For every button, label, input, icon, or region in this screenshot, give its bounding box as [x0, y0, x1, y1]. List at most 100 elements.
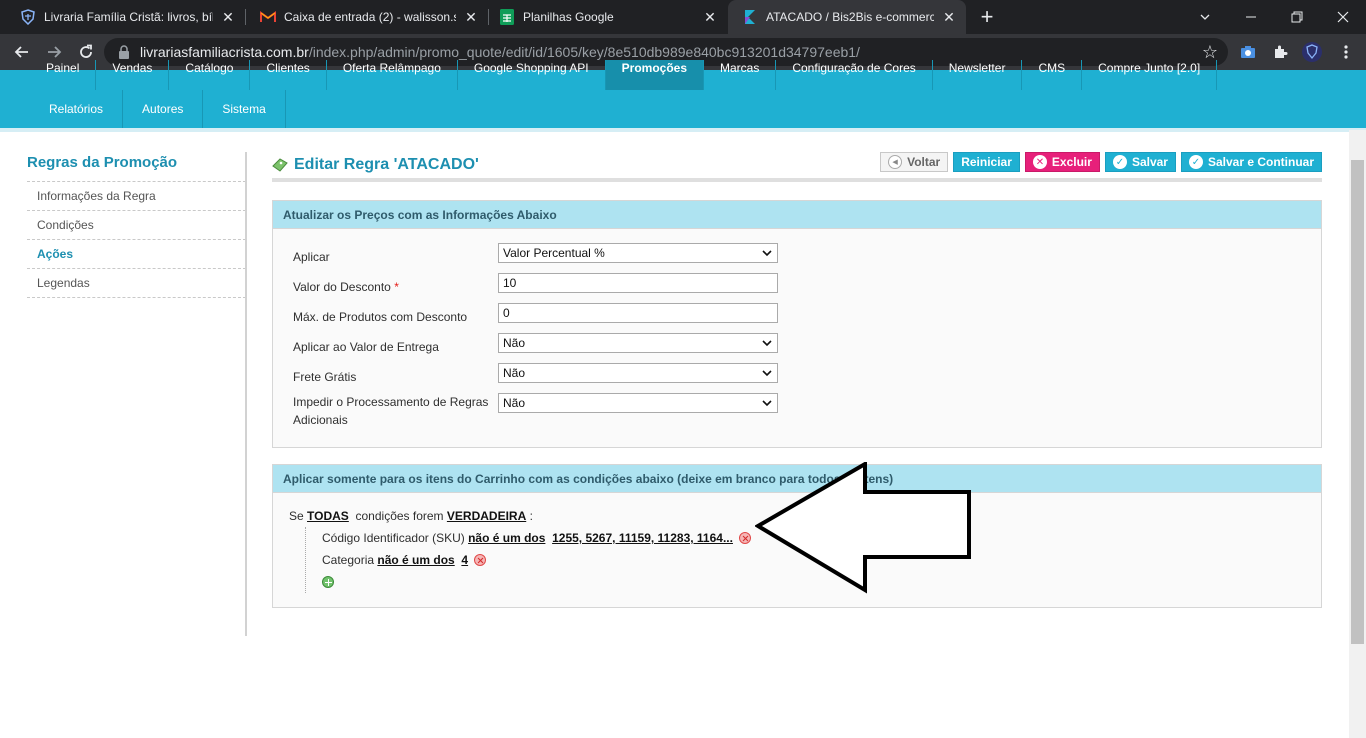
- back-button[interactable]: ◀ Voltar: [880, 152, 949, 172]
- save-continue-button[interactable]: ✓ Salvar e Continuar: [1180, 152, 1322, 172]
- chevron-down-icon: [762, 340, 772, 347]
- form-row-max-qty: Máx. de Produtos com Desconto 0: [293, 303, 1301, 333]
- aggregator-link[interactable]: TODAS: [307, 509, 349, 523]
- close-tab-icon[interactable]: ✕: [462, 8, 480, 26]
- bis2bis-icon: [742, 9, 758, 25]
- delete-x-icon: ✕: [1032, 155, 1047, 169]
- actions-form: Aplicar Valor Percentual % Valor do Desc…: [273, 229, 1321, 447]
- nav-item-configuracao-cores[interactable]: Configuração de Cores: [776, 60, 933, 90]
- condition-operator-link[interactable]: não é um dos: [468, 531, 545, 545]
- max-qty-input[interactable]: 0: [498, 303, 778, 323]
- nav-item-sistema[interactable]: Sistema: [203, 90, 286, 128]
- discount-label: Valor do Desconto *: [293, 280, 399, 294]
- browser-tab-sheets[interactable]: Planilhas Google ✕: [479, 0, 727, 34]
- tab-title: Caixa de entrada (2) - walisson.sc: [284, 10, 456, 24]
- tab-title: Planilhas Google: [523, 10, 614, 24]
- window-close-icon[interactable]: [1320, 0, 1366, 34]
- url-text: livrariasfamiliacrista.com.br/index.php/…: [140, 44, 860, 60]
- profile-avatar[interactable]: [1300, 40, 1324, 64]
- aggregator-value-link[interactable]: VERDADEIRA: [447, 509, 526, 523]
- nav-item-cms[interactable]: CMS: [1022, 60, 1083, 90]
- admin-nav-row-top: Painel Vendas Catálogo Clientes Oferta R…: [30, 60, 1218, 90]
- chevron-down-icon: [762, 400, 772, 407]
- stop-rules-select[interactable]: Não: [498, 393, 778, 413]
- condition-value-link[interactable]: 4: [461, 553, 468, 567]
- stop-rules-label: Impedir o Processamento de Regras Adicio…: [293, 395, 489, 427]
- nav-item-newsletter[interactable]: Newsletter: [933, 60, 1023, 90]
- nav-item-promocoes[interactable]: Promoções: [605, 60, 704, 90]
- browser-tab-gmail[interactable]: Caixa de entrada (2) - walisson.sc ✕: [240, 0, 488, 34]
- page-title: Editar Regra 'ATACADO': [272, 156, 479, 174]
- check-icon: ✓: [1112, 155, 1127, 169]
- actions-fieldset-header: Atualizar os Preços com as Informações A…: [273, 201, 1321, 229]
- delete-button[interactable]: ✕ Excluir: [1024, 152, 1100, 172]
- sidebar-divider: [245, 152, 247, 636]
- free-shipping-select[interactable]: Não: [498, 363, 778, 383]
- browser-tab-livraria[interactable]: Livraria Família Cristã: livros, bíblias…: [0, 0, 245, 34]
- chevron-down-icon: [762, 250, 772, 257]
- nav-item-painel[interactable]: Painel: [30, 60, 97, 90]
- window-restore-icon[interactable]: [1274, 0, 1320, 34]
- minimize-icon[interactable]: [1182, 0, 1228, 34]
- rule-sidebar: Regras da Promoção Informações da Regra …: [27, 150, 246, 298]
- scrollbar-thumb[interactable]: [1351, 160, 1364, 644]
- lock-icon: [119, 45, 129, 59]
- sidebar-item-condicoes[interactable]: Condições: [27, 211, 246, 240]
- close-tab-icon[interactable]: ✕: [701, 8, 719, 26]
- annotation-arrow-icon: [755, 462, 971, 594]
- back-arrow-icon: ◀: [888, 155, 903, 169]
- screenshot-extension-icon[interactable]: [1236, 40, 1260, 64]
- discount-input[interactable]: 10: [498, 273, 778, 293]
- page-header: Editar Regra 'ATACADO' ◀ Voltar Reiniciar…: [272, 150, 1322, 182]
- site-shield-icon: [20, 9, 36, 25]
- window-minimize-icon[interactable]: [1228, 0, 1274, 34]
- close-tab-icon[interactable]: ✕: [219, 8, 237, 26]
- new-tab-icon[interactable]: +: [978, 6, 996, 28]
- nav-item-oferta-relampago[interactable]: Oferta Relâmpago: [327, 60, 458, 90]
- form-row-apply: Aplicar Valor Percentual %: [293, 243, 1301, 273]
- free-shipping-label: Frete Grátis: [293, 370, 357, 384]
- admin-nav-row-bottom: Relatórios Autores Sistema: [30, 90, 286, 128]
- form-row-stop-rules: Impedir o Processamento de Regras Adicio…: [293, 393, 1301, 431]
- chevron-down-icon: [762, 370, 772, 377]
- max-qty-label: Máx. de Produtos com Desconto: [293, 310, 468, 324]
- nav-item-marcas[interactable]: Marcas: [704, 60, 777, 90]
- apply-select[interactable]: Valor Percentual %: [498, 243, 778, 263]
- save-button[interactable]: ✓ Salvar: [1104, 152, 1176, 172]
- sidebar-item-acoes[interactable]: Ações: [27, 240, 246, 269]
- tab-title: ATACADO / Bis2Bis e-commerce: [766, 10, 934, 24]
- extensions-puzzle-icon[interactable]: [1268, 40, 1292, 64]
- nav-item-compre-junto[interactable]: Compre Junto [2.0]: [1082, 60, 1218, 90]
- apply-shipping-select[interactable]: Não: [498, 333, 778, 353]
- reset-button[interactable]: Reiniciar: [953, 152, 1020, 172]
- nav-item-relatorios[interactable]: Relatórios: [30, 90, 124, 128]
- nav-item-autores[interactable]: Autores: [123, 90, 204, 128]
- check-icon: ✓: [1188, 155, 1203, 169]
- apply-label: Aplicar: [293, 250, 330, 264]
- nav-divider: [0, 128, 1366, 132]
- nav-item-catalogo[interactable]: Catálogo: [169, 60, 251, 90]
- condition-operator-link[interactable]: não é um dos: [377, 553, 454, 567]
- form-row-free-shipping: Frete Grátis Não: [293, 363, 1301, 393]
- bookmark-star-icon[interactable]: ☆: [1202, 42, 1218, 62]
- browser-menu-icon[interactable]: [1334, 40, 1358, 64]
- actions-fieldset: Atualizar os Preços com as Informações A…: [272, 200, 1322, 448]
- nav-item-google-shopping[interactable]: Google Shopping API: [458, 60, 606, 90]
- close-tab-icon[interactable]: ✕: [940, 8, 958, 26]
- gmail-icon: [260, 9, 276, 25]
- tab-title: Livraria Família Cristã: livros, bíblias: [44, 10, 213, 24]
- remove-condition-icon[interactable]: [474, 554, 487, 566]
- header-buttons: ◀ Voltar Reiniciar ✕ Excluir ✓ Salvar ✓ Salv…: [880, 152, 1322, 172]
- condition-value-link[interactable]: 1255, 5267, 11159, 11283, 1164...: [552, 531, 733, 545]
- form-row-apply-shipping: Aplicar ao Valor de Entrega Não: [293, 333, 1301, 363]
- nav-item-vendas[interactable]: Vendas: [96, 60, 170, 90]
- add-condition-icon[interactable]: [322, 576, 334, 588]
- sidebar-title: Regras da Promoção: [27, 150, 246, 182]
- sidebar-item-legendas[interactable]: Legendas: [27, 269, 246, 298]
- nav-item-clientes[interactable]: Clientes: [250, 60, 327, 90]
- browser-tabbar: Livraria Família Cristã: livros, bíblias…: [0, 0, 1366, 34]
- sidebar-item-informacoes[interactable]: Informações da Regra: [27, 182, 246, 211]
- remove-condition-icon[interactable]: [739, 532, 752, 544]
- apply-shipping-label: Aplicar ao Valor de Entrega: [293, 340, 439, 354]
- browser-tab-atacado[interactable]: ATACADO / Bis2Bis e-commerce ✕: [728, 0, 966, 34]
